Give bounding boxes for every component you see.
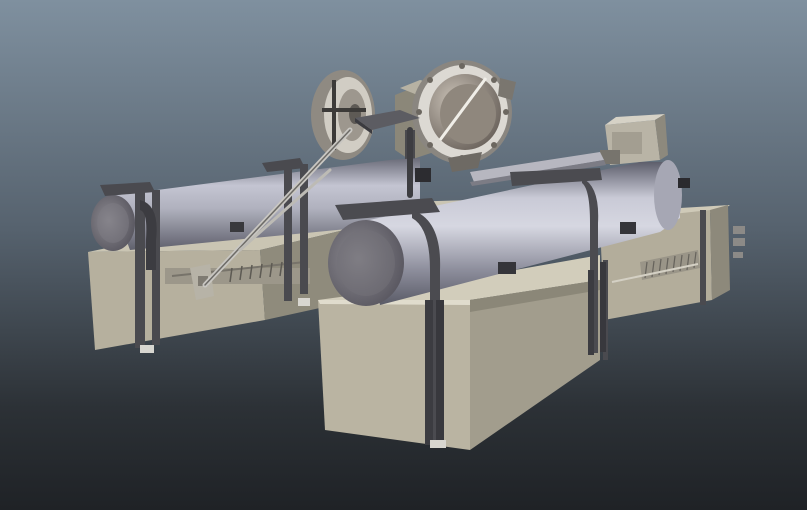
launcher-model bbox=[88, 60, 745, 450]
control-box bbox=[600, 114, 668, 165]
rear-disc-wheel bbox=[311, 70, 375, 160]
front-disc-wheel bbox=[412, 60, 516, 172]
3d-viewport[interactable] bbox=[0, 0, 807, 510]
